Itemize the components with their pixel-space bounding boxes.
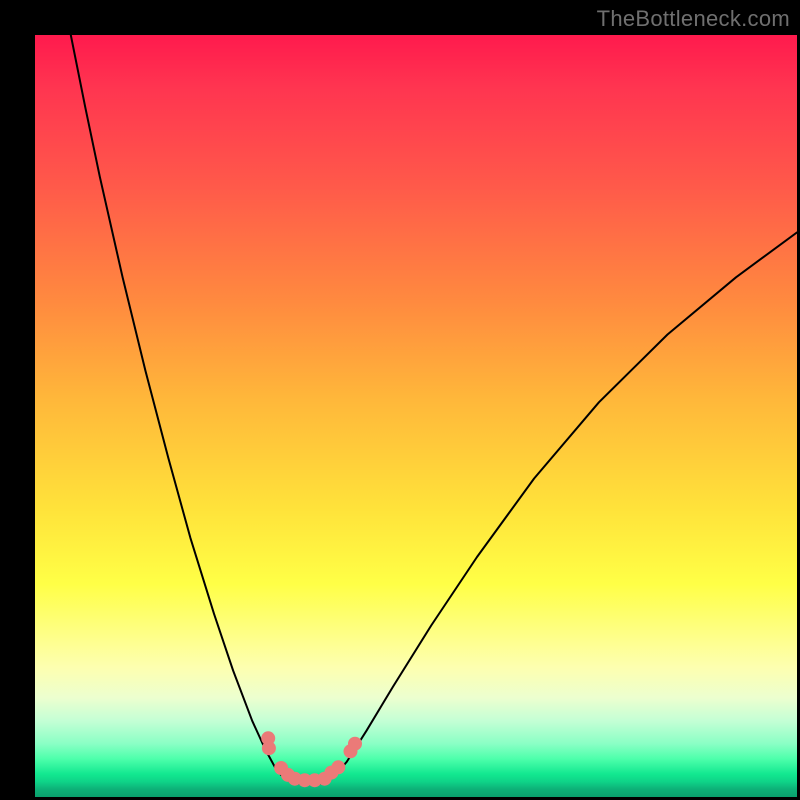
marker-group bbox=[261, 731, 362, 787]
outer-frame: TheBottleneck.com bbox=[0, 0, 800, 800]
attribution-watermark: TheBottleneck.com bbox=[597, 6, 790, 32]
curve-left-branch bbox=[71, 35, 295, 783]
marker-dot bbox=[331, 760, 345, 774]
marker-dot bbox=[262, 741, 276, 755]
plot-area bbox=[35, 35, 797, 797]
marker-dot bbox=[348, 737, 362, 751]
bottleneck-curve bbox=[71, 35, 797, 784]
curve-right-branch bbox=[325, 232, 797, 783]
chart-svg bbox=[35, 35, 797, 797]
